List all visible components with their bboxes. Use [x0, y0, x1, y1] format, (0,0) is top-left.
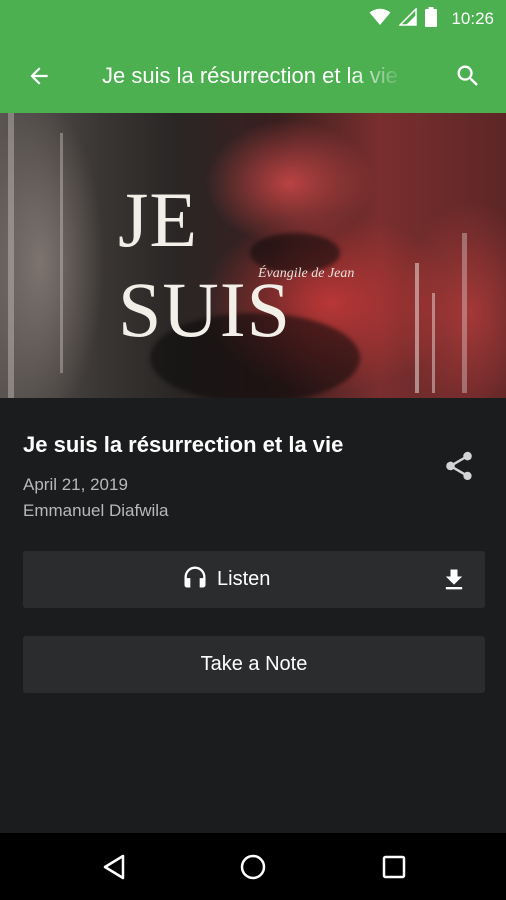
texture-streak [462, 233, 467, 393]
sermon-date: April 21, 2019 [23, 475, 128, 494]
sermon-artwork: JE SUIS Évangile de Jean [0, 113, 506, 398]
listen-label: Listen [217, 568, 271, 590]
listen-content: Listen [181, 551, 270, 608]
system-nav-bar [0, 833, 506, 900]
sermon-title: Je suis la résurrection et la vie [23, 432, 344, 457]
back-triangle-icon[interactable] [96, 849, 132, 885]
headphones-icon [181, 563, 209, 596]
share-icon[interactable] [440, 446, 478, 486]
status-icons: 10:26 [369, 6, 494, 32]
arrow-left-icon[interactable] [22, 59, 56, 93]
listen-button[interactable]: Listen [23, 551, 485, 608]
take-note-label: Take a Note [200, 653, 308, 675]
download-icon[interactable] [439, 565, 469, 595]
status-time: 10:26 [451, 9, 494, 28]
home-circle-icon[interactable] [235, 849, 271, 885]
sermon-speaker: Emmanuel Diafwila [23, 501, 169, 520]
take-note-button[interactable]: Take a Note [23, 636, 485, 693]
wifi-icon [369, 8, 391, 31]
app-bar: Je suis la résurrection et la vie [0, 37, 506, 113]
signal-icon [398, 6, 418, 31]
texture-streak [432, 293, 435, 393]
texture-streak [60, 133, 63, 373]
search-icon[interactable] [449, 57, 487, 95]
texture-streak [8, 113, 14, 398]
recents-square-icon[interactable] [376, 849, 412, 885]
battery-icon [425, 6, 438, 32]
artwork-subtitle: Évangile de Jean [258, 266, 355, 281]
artwork-title: JE SUIS [118, 176, 292, 353]
status-bar: 10:26 [0, 0, 506, 37]
texture-streak [415, 263, 419, 393]
page-title: Je suis la résurrection et la vie [102, 63, 398, 88]
